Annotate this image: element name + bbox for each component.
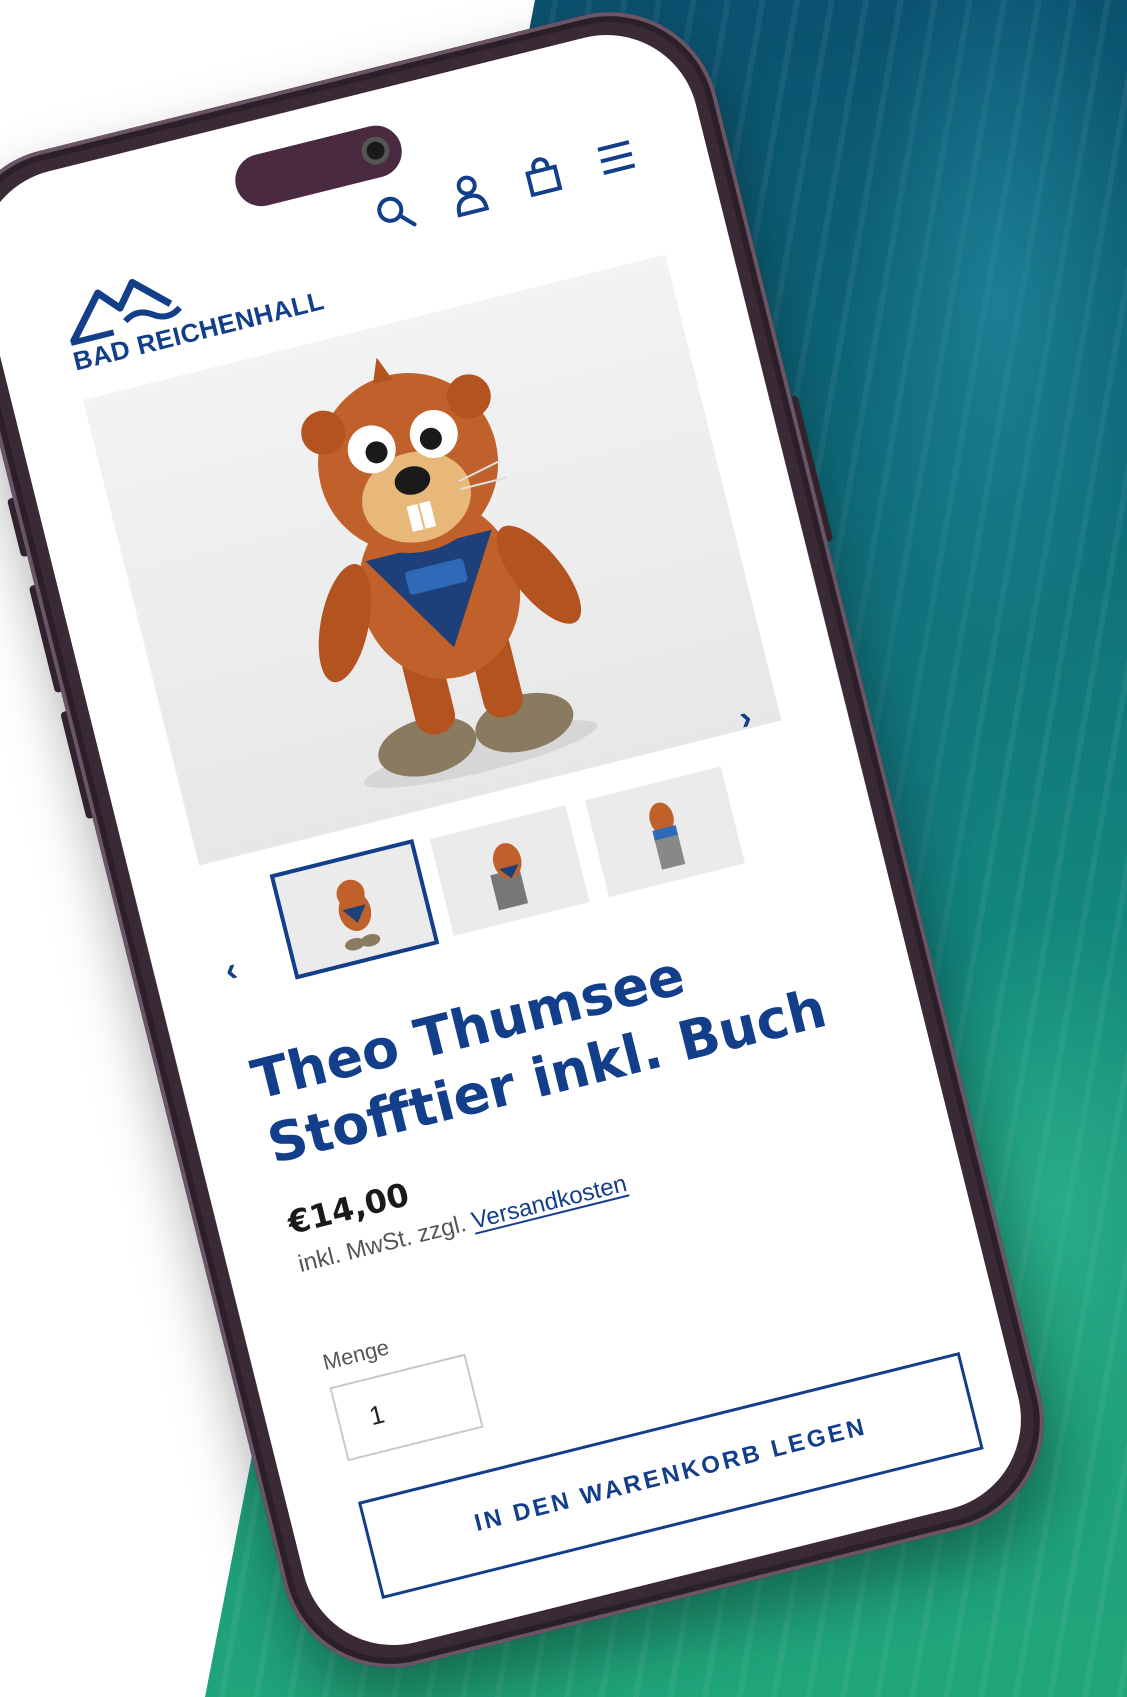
quantity-label: Menge xyxy=(320,1334,392,1375)
cart-icon[interactable] xyxy=(518,152,566,200)
beaver-side-thumbnail xyxy=(490,843,529,911)
shipping-link[interactable]: Versandkosten xyxy=(469,1170,630,1235)
beaver-book-thumbnail xyxy=(649,802,686,870)
menu-icon[interactable] xyxy=(592,133,640,181)
quantity-field[interactable]: 1 xyxy=(329,1353,484,1462)
beaver-front-thumbnail xyxy=(336,879,381,951)
previous-arrow-icon[interactable]: ‹ xyxy=(221,950,241,991)
thumbnail-3[interactable] xyxy=(584,766,745,898)
account-icon[interactable] xyxy=(445,170,493,218)
header-icons xyxy=(371,133,641,237)
search-icon[interactable] xyxy=(371,188,419,236)
thumbnail-2[interactable] xyxy=(429,805,590,937)
thumbnail-1[interactable] xyxy=(269,838,440,980)
